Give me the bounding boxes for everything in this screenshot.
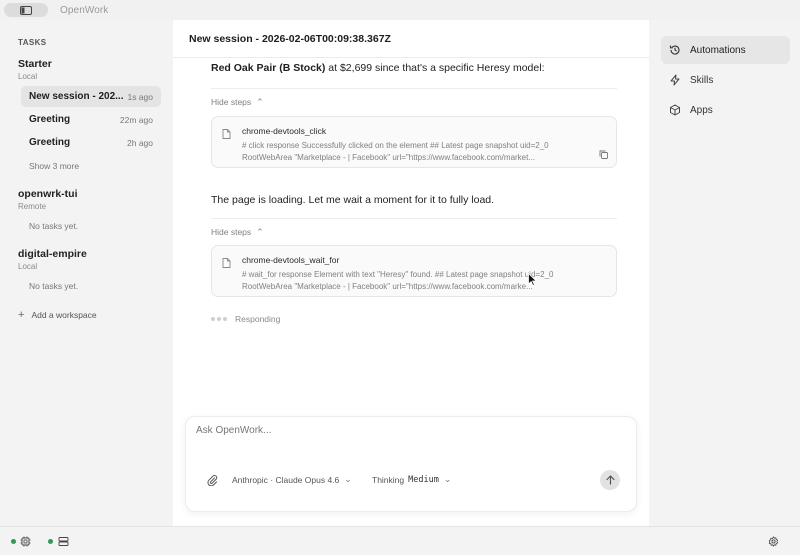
responding-indicator: Responding — [211, 314, 617, 324]
message-bold-text: Red Oak Pair (B Stock) — [211, 62, 326, 74]
workspace-name[interactable]: digital-empire — [18, 248, 87, 260]
status-dot — [48, 539, 53, 544]
mouse-cursor-icon — [528, 273, 537, 286]
chevron-down-icon: ⌄ — [344, 474, 352, 484]
sidebar-toggle-button[interactable] — [4, 3, 48, 17]
document-icon — [222, 129, 231, 139]
task-item[interactable]: New session - 202... 1s ago — [21, 86, 161, 107]
chevron-down-icon: ⌄ — [443, 474, 452, 484]
left-sidebar: TASKS Starter Local New session - 202...… — [0, 20, 173, 526]
responding-label: Responding — [235, 314, 281, 324]
chevron-up-icon: ⌃ — [256, 226, 264, 237]
workspace-location: Local — [18, 262, 38, 271]
right-panel: Automations Skills Apps — [649, 20, 800, 526]
history-icon — [669, 45, 680, 55]
tasks-section-label: TASKS — [18, 38, 47, 47]
thinking-level: Medium — [408, 474, 439, 485]
chevron-up-icon: ⌃ — [256, 96, 264, 107]
task-item[interactable]: Greeting 2h ago — [21, 132, 161, 153]
show-more-link[interactable]: Show 3 more — [29, 161, 79, 171]
divider — [211, 88, 617, 89]
chip-icon[interactable] — [20, 536, 31, 547]
tool-name: chrome-devtools_click — [242, 126, 327, 136]
prompt-input[interactable] — [196, 425, 616, 436]
workspace-name[interactable]: Starter — [18, 58, 52, 70]
lightning-icon — [670, 74, 680, 86]
tool-step-card[interactable]: chrome-devtools_click # click response S… — [211, 116, 617, 168]
main-panel: New session - 2026-02-06T00:09:38.367Z R… — [173, 20, 649, 526]
session-header: New session - 2026-02-06T00:09:38.367Z — [173, 20, 649, 58]
nav-label: Skills — [690, 74, 714, 86]
workspace-location: Remote — [18, 202, 47, 211]
thinking-select[interactable]: Thinking Medium ⌄ — [372, 474, 451, 485]
cube-icon — [670, 104, 680, 116]
gear-icon[interactable] — [768, 536, 779, 547]
model-label: Anthropic · Claude Opus 4.6 — [232, 474, 340, 485]
send-button[interactable] — [600, 470, 620, 490]
tool-output-line: # click response Successfully clicked on… — [242, 141, 549, 150]
hide-steps-label: Hide steps — [211, 97, 252, 107]
workspace-name[interactable]: openwrk-tui — [18, 188, 78, 200]
nav-label: Automations — [690, 44, 746, 56]
hide-steps-toggle[interactable]: Hide steps ⌃ — [211, 96, 617, 108]
nav-automations[interactable]: Automations — [661, 36, 790, 64]
task-title: Greeting — [29, 114, 71, 125]
plus-icon: + — [18, 309, 25, 321]
add-workspace-button[interactable]: + Add a workspace — [18, 309, 97, 321]
nav-skills[interactable]: Skills — [661, 66, 790, 94]
arrow-up-icon — [605, 475, 615, 485]
task-time: 22m ago — [119, 114, 153, 125]
tool-step-card[interactable]: chrome-devtools_wait_for # wait_for resp… — [211, 245, 617, 297]
tool-output-line: RootWebArea "Marketplace - | Facebook" u… — [242, 152, 536, 162]
hide-steps-label: Hide steps — [211, 227, 252, 237]
tool-name: chrome-devtools_wait_for — [242, 255, 340, 265]
nav-apps[interactable]: Apps — [661, 96, 790, 124]
thinking-label: Thinking — [372, 474, 405, 485]
assistant-message: The page is loading. Let me wait a momen… — [211, 193, 617, 207]
task-time: 2h ago — [127, 137, 153, 148]
copy-icon[interactable] — [599, 150, 608, 159]
add-workspace-label: Add a workspace — [31, 310, 97, 320]
composer: Anthropic · Claude Opus 4.6 ⌄ Thinking M… — [185, 416, 637, 512]
assistant-message: Red Oak Pair (B Stock) at $2,699 since t… — [211, 61, 617, 75]
message-text: at $2,699 since that's a specific Heresy… — [325, 62, 545, 74]
title-bar: OpenWork — [0, 0, 800, 20]
app-title: OpenWork — [60, 4, 109, 16]
workspace-location: Local — [18, 72, 38, 81]
hide-steps-toggle[interactable]: Hide steps ⌃ — [211, 226, 617, 238]
sidebar-icon — [20, 5, 32, 15]
task-title: New session - 202... — [29, 91, 124, 102]
status-bar — [0, 526, 800, 555]
divider — [211, 218, 617, 219]
tool-output: # click response Successfully clicked on… — [242, 140, 588, 163]
task-time: 1s ago — [127, 91, 153, 102]
model-select[interactable]: Anthropic · Claude Opus 4.6 ⌄ — [232, 474, 352, 485]
paperclip-icon[interactable] — [206, 474, 218, 486]
empty-tasks-text: No tasks yet. — [29, 281, 79, 291]
nav-label: Apps — [690, 104, 713, 116]
task-item[interactable]: Greeting 22m ago — [21, 109, 161, 130]
loading-dots — [211, 317, 229, 321]
server-icon[interactable] — [58, 536, 69, 547]
session-title: New session - 2026-02-06T00:09:38.367Z — [189, 32, 391, 45]
empty-tasks-text: No tasks yet. — [29, 221, 79, 231]
document-icon — [222, 258, 231, 268]
message-text: The page is loading. Let me wait a momen… — [211, 194, 495, 206]
conversation: Red Oak Pair (B Stock) at $2,699 since t… — [211, 58, 617, 324]
task-title: Greeting — [29, 137, 71, 148]
status-dot — [11, 539, 16, 544]
